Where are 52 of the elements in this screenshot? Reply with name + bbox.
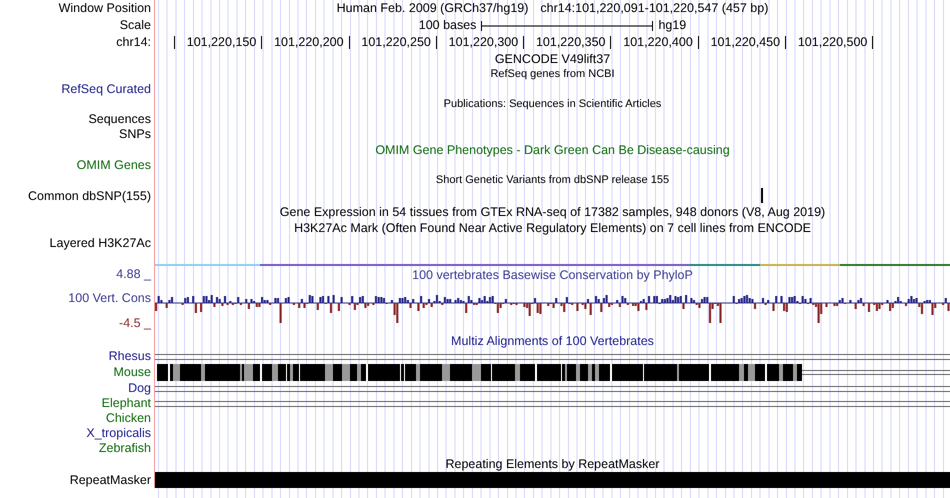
tick-label: 101,220,200 [274, 36, 344, 49]
species-label[interactable]: Dog [128, 382, 151, 395]
assembly-name: Human Feb. 2009 (GRCh37/hg19) [336, 2, 528, 15]
scale-length: 100 bases [418, 19, 476, 32]
tick-label: 101,220,500 [798, 36, 868, 49]
species-label[interactable]: X_tropicalis [86, 427, 151, 440]
row-label: Scale [120, 19, 151, 32]
track-label[interactable]: SNPs [119, 128, 151, 141]
track-subtitle: Short Genetic Variants from dbSNP release 155 [436, 175, 670, 186]
ruler-tick [785, 36, 786, 49]
scale-assembly: hg19 [658, 19, 686, 32]
ruler-tick [698, 36, 699, 49]
snp-mark [761, 188, 763, 203]
tick-label: 101,220,450 [710, 36, 780, 49]
ruler-tick [174, 36, 175, 49]
tick-label: 101,220,350 [536, 36, 606, 49]
track-title: H3K27Ac Mark (Often Found Near Active Regulatory Elements) on 7 cell lines from ENCODE [294, 222, 811, 234]
track-label[interactable]: RepeatMasker [70, 474, 151, 486]
track-label[interactable]: Layered H3K27Ac [50, 237, 151, 250]
position-range: chr14:101,220,091-101,220,547 (457 bp) [540, 2, 768, 15]
species-label[interactable]: Zebrafish [98, 442, 151, 455]
ruler-tick [436, 36, 437, 49]
track-title: OMIM Gene Phenotypes - Dark Green Can Be Disease-causing [375, 144, 730, 156]
chromosome-label: chr14: [116, 36, 151, 49]
track-title: 100 vertebrates Basewise Conservation by PhyloP [412, 268, 693, 282]
species-label[interactable]: Chicken [106, 412, 151, 425]
row-label: Window Position [58, 2, 151, 15]
tick-label: 101,220,300 [448, 36, 518, 49]
track-label[interactable]: Sequences [88, 113, 151, 126]
track-title: Multiz Alignments of 100 Vertebrates [451, 334, 654, 348]
ruler-tick [523, 36, 524, 49]
ruler-tick [261, 36, 262, 49]
tick-label: 101,220,150 [186, 36, 256, 49]
species-label[interactable]: Elephant [102, 397, 151, 410]
tick-label: 101,220,250 [361, 36, 431, 49]
track-subtitle: RefSeq genes from NCBI [490, 69, 615, 80]
track-title: Repeating Elements by RepeatMasker [445, 458, 660, 470]
track-label[interactable]: Common dbSNP(155) [28, 190, 151, 202]
track-label[interactable]: RefSeq Curated [61, 83, 151, 96]
ruler-tick [872, 36, 874, 49]
axis-max-label: 4.88 _ [116, 268, 151, 280]
ruler-tick [610, 36, 612, 49]
track-subtitle: Publications: Sequences in Scientific Articles [444, 99, 662, 110]
species-label[interactable]: Rhesus [108, 350, 151, 363]
species-label[interactable]: Mouse [113, 366, 151, 379]
tick-label: 101,220,400 [623, 36, 693, 49]
track-label[interactable]: 100 Vert. Cons [68, 292, 151, 305]
track-title: Gene Expression in 54 tissues from GTEx RNA-seq of 17382 samples, 948 donors (V8, Aug 2019) [280, 206, 826, 218]
ruler-tick [348, 36, 350, 49]
track-label[interactable]: OMIM Genes [76, 159, 151, 172]
axis-min-label: -4.5 _ [119, 316, 151, 329]
track-title: GENCODE V49lift37 [494, 52, 610, 66]
